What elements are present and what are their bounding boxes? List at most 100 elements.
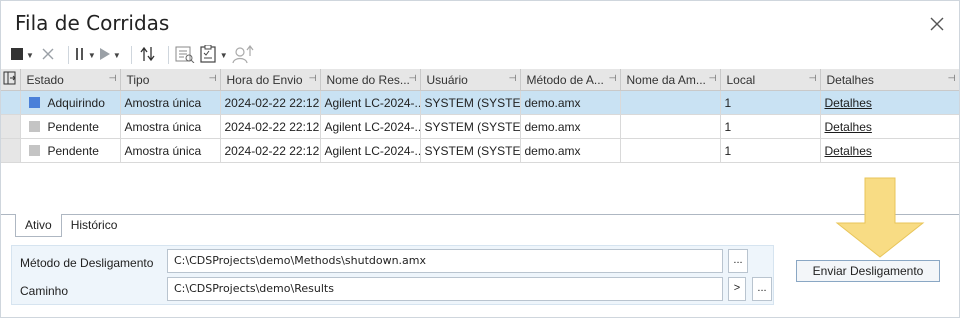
details-cell: Detalhes <box>820 114 959 139</box>
method-cell: demo.amx <box>520 138 621 163</box>
method-cell: demo.amx <box>520 114 621 139</box>
column-header[interactable]: Nome do Res... ⊣ <box>320 69 421 91</box>
pause-icon <box>75 47 85 63</box>
location-cell: 1 <box>720 114 821 139</box>
column-header[interactable]: Método de A... ⊣ <box>520 69 621 91</box>
location-cell: 1 <box>720 138 821 163</box>
tab-active[interactable]: Ativo <box>15 214 62 237</box>
play-button[interactable]: ▼ <box>99 44 121 66</box>
sample-name-cell <box>620 90 721 115</box>
clipboard-checklist-icon <box>199 44 217 66</box>
sort-arrows-icon <box>139 46 157 65</box>
user-cell: SYSTEM (SYSTEM) <box>420 138 521 163</box>
path-field[interactable]: C:\CDSProjects\demo\Results <box>167 277 723 301</box>
status-indicator <box>28 96 40 108</box>
tab-history[interactable]: Histórico <box>62 214 127 236</box>
result-name-cell: Agilent LC-2024-... <box>320 138 421 163</box>
row-selector[interactable] <box>1 138 21 163</box>
submit-time-cell: 2024-02-22 22:12... <box>220 90 321 115</box>
details-link[interactable]: Detalhes <box>825 96 872 110</box>
run-details-icon <box>175 45 195 66</box>
chevron-down-icon: ▼ <box>26 50 34 60</box>
method-cell: demo.amx <box>520 90 621 115</box>
table-row[interactable]: Pendente Amostra única 2024-02-22 22:12.… <box>1 114 959 139</box>
column-header[interactable]: Hora do Envio ⊣ <box>220 69 321 91</box>
status-indicator <box>28 144 40 156</box>
sample-name-cell <box>620 138 721 163</box>
window-title: Fila de Corridas <box>15 11 170 35</box>
details-link[interactable]: Detalhes <box>825 144 872 158</box>
details-cell: Detalhes <box>820 90 959 115</box>
chevron-down-icon: ▼ <box>87 50 96 60</box>
details-link[interactable]: Detalhes <box>825 120 872 134</box>
queue-tabs: Ativo Histórico <box>15 214 127 237</box>
column-header[interactable]: Nome da Am... ⊣ <box>620 69 721 91</box>
user-upload-button[interactable] <box>232 44 254 66</box>
toolbar-divider <box>130 46 132 64</box>
pause-button[interactable]: ▼ <box>75 44 96 66</box>
result-name-cell: Agilent LC-2024-... <box>320 114 421 139</box>
toolbar-divider <box>167 46 169 64</box>
location-cell: 1 <box>720 90 821 115</box>
cancel-button[interactable] <box>38 44 58 66</box>
pin-icon[interactable]: ⊣ <box>948 73 956 84</box>
row-selector[interactable] <box>1 114 21 139</box>
stop-button[interactable]: ▼ <box>11 44 34 66</box>
status-cell: Pendente <box>20 138 121 163</box>
pin-icon[interactable]: ⊣ <box>509 73 517 84</box>
chevron-down-icon: ▼ <box>219 50 228 60</box>
path-label: Caminho <box>20 284 69 298</box>
send-shutdown-button[interactable]: Enviar Desligamento <box>796 260 940 282</box>
submit-time-cell: 2024-02-22 22:12... <box>220 114 321 139</box>
user-cell: SYSTEM (SYSTEM) <box>420 90 521 115</box>
pin-icon[interactable]: ⊣ <box>209 73 217 84</box>
type-cell: Amostra única <box>120 114 221 139</box>
pin-icon[interactable]: ⊣ <box>109 73 117 84</box>
path-arrow-button[interactable]: > <box>728 277 746 301</box>
run-details-button[interactable] <box>175 44 195 66</box>
submit-time-cell: 2024-02-22 22:12... <box>220 138 321 163</box>
checklist-button[interactable]: ▼ <box>199 44 228 66</box>
sample-name-cell <box>620 114 721 139</box>
column-header[interactable]: Estado ⊣ <box>20 69 121 91</box>
shutdown-panel: Método de Desligamento C:\CDSProjects\de… <box>11 245 774 305</box>
chevron-down-icon: ▼ <box>112 50 121 60</box>
row-selector[interactable] <box>1 90 21 115</box>
run-queue-grid: Estado ⊣ Tipo ⊣ Hora do Envio ⊣ Nome do Res… <box>1 69 959 215</box>
column-chooser-icon[interactable] <box>1 69 21 91</box>
hint-arrow-icon <box>835 177 925 258</box>
table-row[interactable]: Pendente Amostra única 2024-02-22 22:12.… <box>1 138 959 163</box>
pin-icon[interactable]: ⊣ <box>609 73 617 84</box>
pin-icon[interactable]: ⊣ <box>409 73 417 84</box>
cancel-icon <box>42 48 54 63</box>
column-header[interactable]: Local ⊣ <box>720 69 821 91</box>
status-cell: Pendente <box>20 114 121 139</box>
type-cell: Amostra única <box>120 138 221 163</box>
run-queue-window: Fila de Corridas ▼ ▼ ▼ ▼ Estado ⊣ Tipo ⊣… <box>0 0 960 318</box>
status-cell: Adquirindo <box>20 90 121 115</box>
column-header[interactable]: Detalhes ⊣ <box>820 69 959 91</box>
column-header[interactable]: Usuário ⊣ <box>420 69 521 91</box>
table-header-row: Estado ⊣ Tipo ⊣ Hora do Envio ⊣ Nome do Res… <box>1 69 959 91</box>
table-row[interactable]: Adquirindo Amostra única 2024-02-22 22:1… <box>1 90 959 115</box>
details-cell: Detalhes <box>820 138 959 163</box>
shutdown-method-label: Método de Desligamento <box>20 256 154 270</box>
toolbar: ▼ ▼ ▼ ▼ <box>11 43 258 67</box>
result-name-cell: Agilent LC-2024-... <box>320 90 421 115</box>
play-icon <box>99 47 110 63</box>
type-cell: Amostra única <box>120 90 221 115</box>
pin-icon[interactable]: ⊣ <box>709 73 717 84</box>
user-cell: SYSTEM (SYSTEM) <box>420 114 521 139</box>
status-indicator <box>28 120 40 132</box>
user-upload-icon <box>232 44 254 67</box>
close-icon[interactable] <box>927 14 947 34</box>
browse-path-button[interactable]: ... <box>752 277 772 301</box>
pin-icon[interactable]: ⊣ <box>309 73 317 84</box>
shutdown-method-field[interactable]: C:\CDSProjects\demo\Methods\shutdown.amx <box>167 249 723 273</box>
pin-icon[interactable]: ⊣ <box>809 73 817 84</box>
sort-button[interactable] <box>138 44 158 66</box>
stop-icon <box>11 47 23 63</box>
column-header[interactable]: Tipo ⊣ <box>120 69 221 91</box>
browse-method-button[interactable]: ... <box>728 249 748 273</box>
toolbar-divider <box>67 46 69 64</box>
